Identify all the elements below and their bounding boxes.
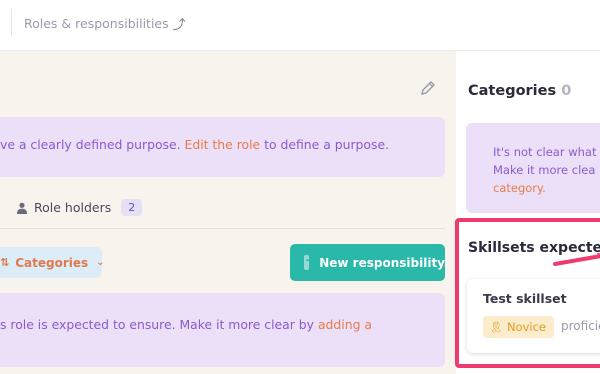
tab-role-holders[interactable]: Role holders 2 — [16, 199, 143, 216]
categories-count: 0 — [561, 83, 572, 99]
annotation-arrow — [553, 253, 600, 266]
categories-title-label: Categories — [468, 83, 557, 99]
adding-link[interactable]: adding a — [318, 317, 372, 332]
categories-filter-button[interactable]: ⇅ Categories ⌄ — [0, 247, 105, 278]
categories-empty-line1: It's not clear what — [493, 145, 597, 159]
purpose-notice: ve a clearly defined purpose. Edit the r… — [0, 117, 445, 177]
new-responsibility-button[interactable]: New responsibility — [290, 244, 445, 281]
breadcrumb[interactable]: Roles & responsibilities ⤴ — [24, 14, 186, 33]
section-divider — [0, 228, 445, 229]
chevron-down-icon: ⌄ — [96, 257, 105, 268]
purpose-text-after: to define a purpose. — [260, 137, 390, 152]
new-responsibility-label: New responsibility — [319, 255, 445, 270]
person-icon — [17, 202, 27, 214]
breadcrumb-label[interactable]: Roles & responsibilities — [24, 16, 169, 31]
role-main-panel: ve a clearly defined purpose. Edit the r… — [0, 51, 456, 374]
role-holders-count: 2 — [121, 199, 143, 216]
category-link[interactable]: category. — [493, 179, 596, 197]
role-holders-label: Role holders — [34, 200, 112, 215]
ribbon-icon: 🎗 — [489, 320, 503, 334]
skillset-name[interactable]: Test skillset — [483, 291, 567, 306]
topbar-divider — [11, 9, 12, 35]
categories-title: Categories 0 — [468, 83, 571, 99]
proficiency-text: proficie — [561, 319, 600, 333]
pencil-icon[interactable] — [419, 79, 437, 97]
skill-level-label: Novice — [506, 320, 547, 334]
edit-role-link[interactable]: Edit the role — [185, 137, 261, 152]
skillset-card[interactable]: Test skillset 🎗 Novice proficie — [467, 279, 600, 353]
document-plus-icon — [304, 253, 317, 270]
top-bar: Roles & responsibilities ⤴ — [0, 0, 600, 51]
categories-filter-label: Categories — [15, 255, 89, 270]
responsibilities-empty-text: s role is expected to ensure. Make it mo… — [0, 315, 372, 335]
sort-icon[interactable]: ⤴ — [173, 14, 186, 33]
purpose-text: ve a clearly defined purpose. Edit the r… — [0, 137, 389, 152]
skill-level-badge: 🎗 Novice — [483, 316, 555, 338]
responsibilities-empty-notice: s role is expected to ensure. Make it mo… — [0, 293, 445, 367]
categories-empty-line2: Make it more clea — [493, 163, 596, 177]
categories-empty-notice: It's not clear what Make it more clea ca… — [466, 123, 600, 213]
purpose-text-before: ve a clearly defined purpose. — [0, 137, 185, 152]
responsibilities-text-before: s role is expected to ensure. Make it mo… — [0, 317, 318, 332]
categories-empty-text: It's not clear what Make it more clea ca… — [493, 143, 596, 197]
sort-arrows-icon: ⇅ — [0, 256, 10, 269]
